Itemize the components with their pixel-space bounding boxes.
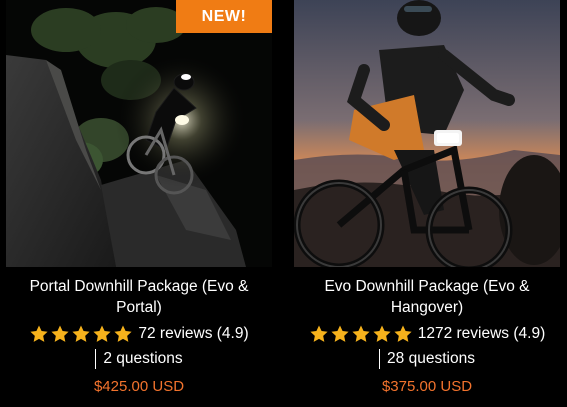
star-icon bbox=[29, 324, 49, 344]
new-badge: NEW! bbox=[176, 0, 272, 33]
sunset-rider-photo bbox=[294, 0, 560, 267]
product-card-portal-downhill[interactable]: NEW! Portal Downhill Package (Evo & Port… bbox=[6, 0, 272, 407]
night-downhill-rider-photo bbox=[6, 0, 272, 267]
star-icon bbox=[393, 324, 413, 344]
star-icon bbox=[351, 324, 371, 344]
product-title[interactable]: Evo Downhill Package (Evo & Hangover) bbox=[294, 276, 560, 318]
product-price: $425.00 USD bbox=[93, 378, 185, 395]
divider bbox=[95, 349, 97, 369]
questions-row[interactable]: 28 questions bbox=[294, 349, 560, 369]
divider bbox=[379, 349, 381, 369]
product-title-line: Hangover) bbox=[390, 299, 464, 316]
star-rating bbox=[309, 324, 414, 344]
star-rating bbox=[29, 324, 134, 344]
rating-row[interactable]: 72 reviews (4.9) bbox=[6, 323, 272, 345]
questions-count[interactable]: 2 questions bbox=[103, 349, 182, 369]
star-icon bbox=[372, 324, 392, 344]
product-price: $375.00 USD bbox=[381, 378, 473, 395]
reviews-count[interactable]: 1272 reviews (4.9) bbox=[418, 323, 546, 345]
questions-count[interactable]: 28 questions bbox=[387, 349, 475, 369]
product-card-evo-downhill[interactable]: Evo Downhill Package (Evo & Hangover) 12… bbox=[294, 0, 560, 407]
reviews-count[interactable]: 72 reviews (4.9) bbox=[138, 323, 248, 345]
product-image[interactable]: NEW! bbox=[6, 0, 272, 267]
rating-row[interactable]: 1272 reviews (4.9) bbox=[294, 323, 560, 345]
star-icon bbox=[71, 324, 91, 344]
product-title-line: Portal Downhill Package (Evo & bbox=[29, 278, 249, 295]
star-icon bbox=[330, 324, 350, 344]
product-title[interactable]: Portal Downhill Package (Evo & Portal) bbox=[6, 276, 272, 318]
star-icon bbox=[92, 324, 112, 344]
star-icon bbox=[50, 324, 70, 344]
star-icon bbox=[309, 324, 329, 344]
questions-row[interactable]: 2 questions bbox=[6, 349, 272, 369]
star-icon bbox=[113, 324, 133, 344]
product-title-line: Portal) bbox=[116, 299, 162, 316]
product-title-line: Evo Downhill Package (Evo & bbox=[324, 278, 530, 295]
product-image[interactable] bbox=[294, 0, 560, 267]
